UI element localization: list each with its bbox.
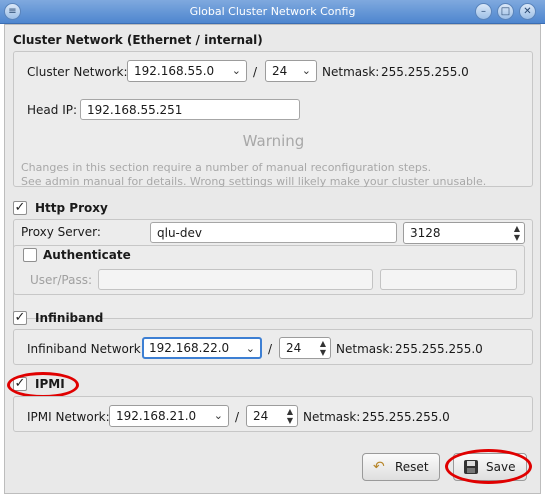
cluster-heading: Cluster Network (Ethernet / internal) bbox=[13, 33, 263, 47]
cluster-network-label: Cluster Network: bbox=[27, 65, 128, 79]
cluster-slash: / bbox=[253, 65, 258, 79]
maximize-icon[interactable]: □ bbox=[497, 3, 514, 20]
head-ip-label: Head IP: bbox=[27, 103, 78, 117]
spin-arrows-icon[interactable]: ▲ ▼ bbox=[514, 224, 520, 242]
ipmi-prefix-value: 24 bbox=[253, 409, 269, 423]
ipmi-network-value: 192.168.21.0 bbox=[116, 409, 197, 423]
cluster-netmask-label: Netmask: bbox=[322, 65, 380, 79]
warning-title: Warning bbox=[242, 132, 305, 150]
proxy-port-spinbox[interactable]: 3128 ▲ ▼ bbox=[403, 222, 525, 244]
chevron-down-icon: ⌄ bbox=[245, 342, 255, 355]
dialog-body: Cluster Network (Ethernet / internal) Cl… bbox=[4, 24, 541, 494]
close-icon[interactable]: ✕ bbox=[519, 3, 536, 20]
warning-line-1: Changes in this section require a number… bbox=[21, 161, 432, 174]
minimize-icon[interactable]: – bbox=[475, 3, 492, 20]
proxy-server-label: Proxy Server: bbox=[21, 225, 101, 239]
window-titlebar: ≡ Global Cluster Network Config – □ ✕ bbox=[0, 0, 545, 24]
infiniband-prefix-value: 24 bbox=[286, 341, 302, 355]
password-input[interactable] bbox=[380, 269, 517, 290]
infiniband-label[interactable]: Infiniband bbox=[35, 311, 103, 325]
chevron-down-icon: ⌄ bbox=[301, 64, 311, 77]
http-proxy-checkbox[interactable]: ✓ bbox=[13, 201, 27, 215]
username-input[interactable] bbox=[98, 269, 373, 290]
infiniband-prefix-spinbox[interactable]: 24 ▲ ▼ bbox=[279, 337, 331, 359]
proxy-port-value: 3128 bbox=[410, 226, 441, 240]
cluster-prefix-combo[interactable]: 24 ⌄ bbox=[265, 60, 317, 82]
infiniband-network-combo[interactable]: 192.168.22.0 ⌄ bbox=[142, 337, 262, 359]
window-title: Global Cluster Network Config bbox=[189, 5, 356, 18]
spin-arrows-icon[interactable]: ▲ ▼ bbox=[320, 339, 326, 357]
cluster-prefix-value: 24 bbox=[272, 64, 288, 78]
ipmi-network-label: IPMI Network: bbox=[27, 410, 110, 424]
ipmi-highlight-oval bbox=[7, 372, 79, 398]
cluster-netmask-value: 255.255.255.0 bbox=[381, 65, 469, 79]
spin-arrows-icon[interactable]: ▲ ▼ bbox=[287, 407, 293, 425]
ipmi-netmask-value: 255.255.255.0 bbox=[362, 410, 450, 424]
infiniband-network-label: Infiniband Network: bbox=[27, 342, 145, 356]
reset-button[interactable]: ↶ Reset bbox=[362, 453, 440, 481]
cluster-network-value: 192.168.55.0 bbox=[134, 64, 215, 78]
save-highlight-oval bbox=[445, 449, 532, 484]
ipmi-netmask-label: Netmask: bbox=[303, 410, 361, 424]
warning-line-2: See admin manual for details. Wrong sett… bbox=[21, 175, 487, 188]
http-proxy-label[interactable]: Http Proxy bbox=[35, 201, 108, 215]
userpass-label: User/Pass: bbox=[30, 273, 92, 287]
infiniband-checkbox[interactable]: ✓ bbox=[13, 311, 27, 325]
ipmi-slash: / bbox=[235, 410, 240, 424]
undo-icon: ↶ bbox=[373, 459, 385, 475]
cluster-network-combo[interactable]: 192.168.55.0 ⌄ bbox=[127, 60, 247, 82]
head-ip-input[interactable]: 192.168.55.251 bbox=[80, 99, 300, 120]
ipmi-prefix-spinbox[interactable]: 24 ▲ ▼ bbox=[246, 405, 298, 427]
chevron-down-icon: ⌄ bbox=[231, 64, 241, 77]
chevron-down-icon: ⌄ bbox=[213, 409, 223, 422]
infiniband-netmask-label: Netmask: bbox=[336, 342, 394, 356]
infiniband-network-value: 192.168.22.0 bbox=[149, 341, 230, 355]
infiniband-netmask-value: 255.255.255.0 bbox=[395, 342, 483, 356]
reset-label: Reset bbox=[395, 460, 429, 474]
authenticate-label[interactable]: Authenticate bbox=[43, 248, 131, 262]
ipmi-network-combo[interactable]: 192.168.21.0 ⌄ bbox=[109, 405, 229, 427]
authenticate-checkbox[interactable] bbox=[23, 248, 37, 262]
infiniband-slash: / bbox=[268, 342, 273, 356]
proxy-server-input[interactable]: qlu-dev bbox=[150, 222, 397, 243]
